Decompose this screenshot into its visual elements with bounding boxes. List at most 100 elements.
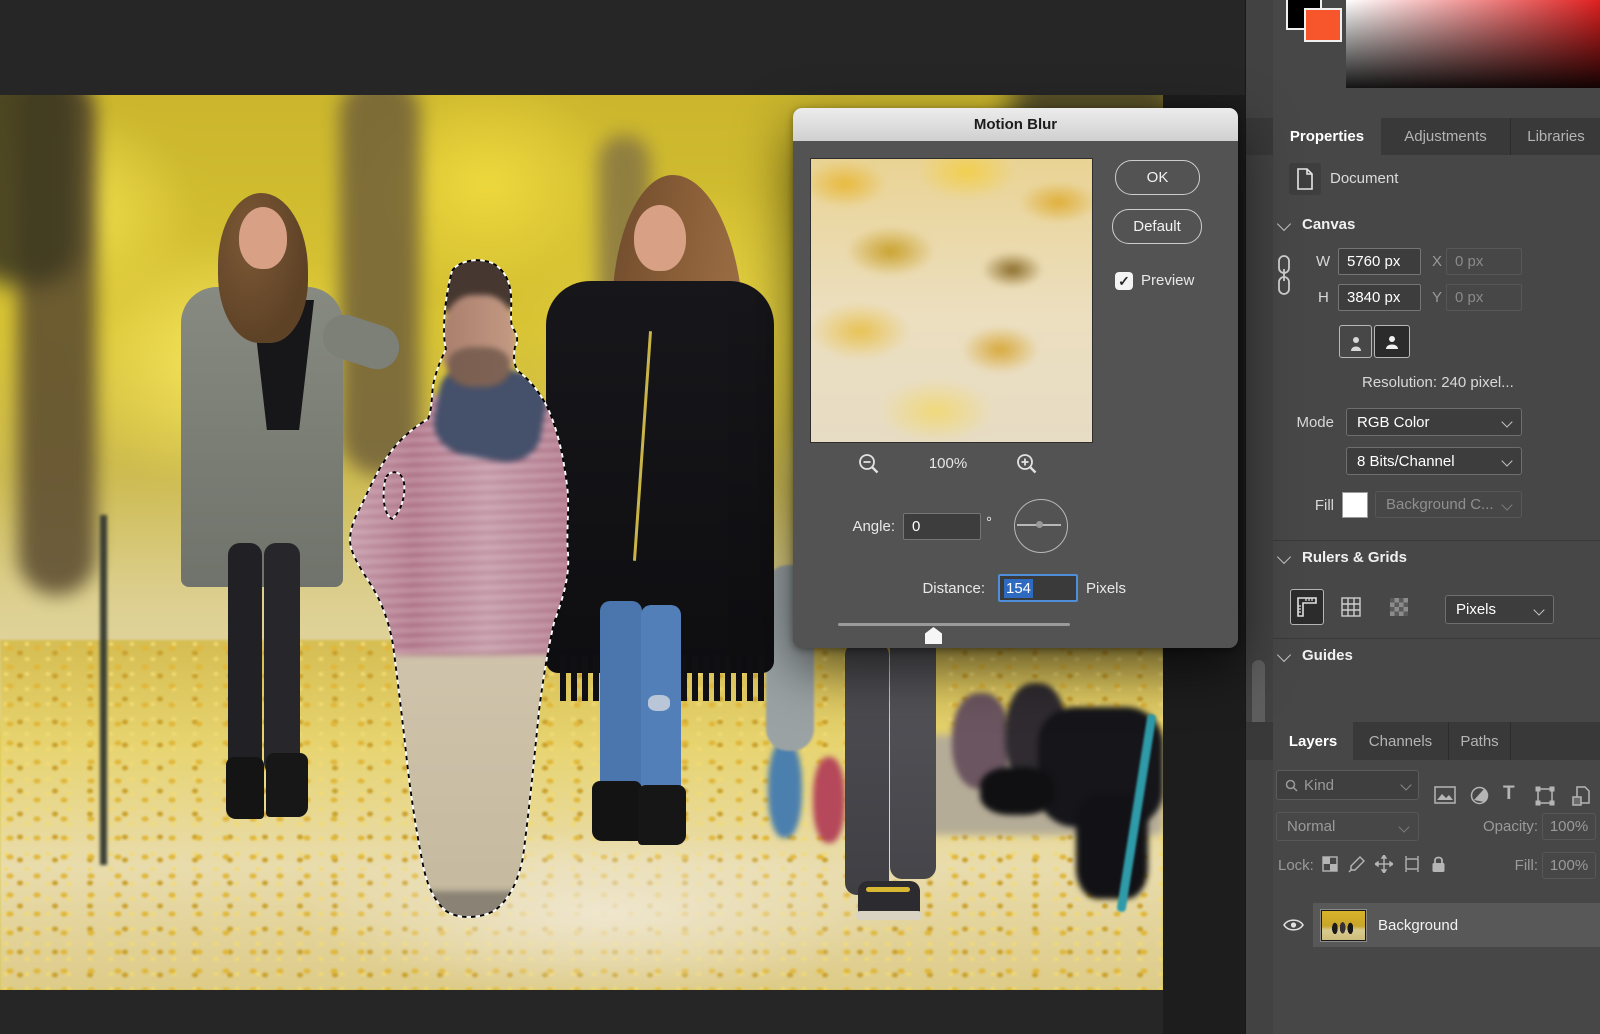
search-icon (1285, 779, 1298, 792)
ok-button[interactable]: OK (1115, 160, 1200, 195)
resolution-readout: Resolution: 240 pixel... (1362, 374, 1514, 391)
toggle-rulers-button[interactable] (1290, 589, 1324, 625)
section-divider (1273, 540, 1600, 541)
filter-adjustment-layers-button[interactable] (1470, 786, 1489, 805)
width-input[interactable]: 5760 px (1338, 248, 1421, 275)
canvas-pasteboard-top (0, 0, 1245, 95)
toggle-grid-button[interactable] (1334, 589, 1368, 625)
orientation-portrait-button[interactable] (1339, 325, 1372, 358)
filter-type-layers-button[interactable]: T (1503, 783, 1515, 805)
distance-slider-track[interactable] (838, 623, 1070, 626)
distance-slider-thumb[interactable] (925, 627, 942, 644)
filter-shape-layers-button[interactable] (1535, 786, 1555, 806)
opacity-label: Opacity: (1436, 818, 1538, 835)
eye-icon (1283, 918, 1304, 932)
tab-label: Properties (1290, 128, 1364, 145)
portrait-orientation-icon (1348, 332, 1364, 352)
angle-input[interactable]: 0 (903, 513, 981, 540)
chevron-down-icon (1501, 499, 1512, 510)
angle-value: 0 (912, 518, 920, 535)
tab-label: Channels (1369, 733, 1432, 750)
preview-checkbox[interactable]: ✓ (1115, 272, 1133, 290)
chevron-down-icon (1400, 779, 1411, 790)
zoom-in-button[interactable] (1015, 452, 1039, 476)
lock-position-move-icon[interactable] (1375, 855, 1393, 873)
height-input[interactable]: 3840 px (1338, 284, 1421, 311)
filter-pixel-layers-button[interactable] (1434, 786, 1456, 804)
tab-libraries[interactable]: Libraries (1511, 118, 1600, 155)
ok-label: OK (1147, 169, 1169, 186)
panel-gutter (1246, 0, 1273, 1034)
lock-all-icon[interactable] (1431, 856, 1446, 873)
link-dimensions-icon[interactable] (1275, 253, 1293, 297)
layer-visibility-toggle[interactable] (1273, 918, 1313, 932)
filter-preview[interactable] (810, 158, 1093, 443)
height-label: H (1318, 289, 1329, 306)
layer-filter-kind-dropdown[interactable]: Kind (1276, 770, 1419, 800)
photoshop-window: Motion Blur OK Default ✓ Preview 100% (0, 0, 1600, 1034)
layer-thumbnail[interactable] (1321, 910, 1366, 941)
distance-value-selected: 154 (1004, 579, 1033, 598)
dialog-title-bar[interactable]: Motion Blur (793, 108, 1238, 141)
layer-row-background[interactable]: Background (1273, 903, 1600, 947)
mode-value: RGB Color (1357, 414, 1430, 431)
blend-mode-dropdown[interactable]: Normal (1276, 812, 1419, 841)
height-value: 3840 px (1347, 289, 1400, 306)
magnifier-minus-icon (857, 452, 881, 476)
half-circle-icon (1470, 786, 1489, 805)
distance-label: Distance: (909, 580, 985, 597)
landscape-orientation-icon (1381, 334, 1403, 350)
y-value: 0 px (1455, 289, 1483, 306)
page-icon (1296, 168, 1314, 190)
angle-dial[interactable] (1014, 499, 1068, 553)
tab-label: Adjustments (1404, 128, 1487, 145)
distance-input[interactable]: 154 (998, 574, 1078, 602)
ruler-units-dropdown[interactable]: Pixels (1445, 595, 1554, 624)
preview-checkbox-label: Preview (1141, 272, 1194, 289)
foreground-color-swatch[interactable] (1304, 8, 1342, 42)
layer-name: Background (1378, 917, 1458, 934)
orientation-landscape-button[interactable] (1374, 325, 1410, 358)
tab-label: Layers (1289, 733, 1337, 750)
selected-layer[interactable]: Background (1313, 903, 1600, 947)
canvas-fill-swatch[interactable] (1342, 492, 1368, 518)
default-button[interactable]: Default (1112, 209, 1202, 244)
guides-section-header[interactable]: Guides (1302, 647, 1353, 664)
lock-label: Lock: (1278, 857, 1314, 874)
motion-blur-dialog: Motion Blur OK Default ✓ Preview 100% (793, 108, 1238, 648)
canvas-section-header[interactable]: Canvas (1302, 216, 1355, 233)
tab-label: Libraries (1527, 128, 1585, 145)
color-mode-dropdown[interactable]: RGB Color (1346, 408, 1522, 436)
tab-strip-spacer (1246, 118, 1273, 155)
canvas-fill-dropdown[interactable]: Background C... (1375, 491, 1522, 518)
chevron-down-icon[interactable] (1277, 648, 1291, 662)
toggle-transparency-button[interactable] (1382, 589, 1416, 625)
layer-fill-label: Fill: (1472, 857, 1538, 874)
zoom-out-button[interactable] (857, 452, 881, 476)
y-input[interactable]: 0 px (1446, 284, 1522, 311)
tab-adjustments[interactable]: Adjustments (1381, 118, 1511, 155)
bit-depth-dropdown[interactable]: 8 Bits/Channel (1346, 447, 1522, 475)
section-divider (1273, 638, 1600, 639)
document-icon (1289, 163, 1321, 195)
x-input[interactable]: 0 px (1446, 248, 1522, 275)
tab-paths[interactable]: Paths (1449, 722, 1511, 760)
rulers-grids-section-header[interactable]: Rulers & Grids (1302, 549, 1407, 566)
magnifier-plus-icon (1015, 452, 1039, 476)
color-gradient-field[interactable] (1346, 0, 1600, 88)
layers-tab-strip: Layers Channels Paths (1246, 722, 1600, 760)
layer-fill-value[interactable]: 100% (1542, 852, 1596, 879)
distance-unit: Pixels (1086, 580, 1126, 597)
filter-smart-objects-button[interactable] (1572, 786, 1590, 806)
tab-layers[interactable]: Layers (1273, 722, 1353, 760)
lock-transparency-icon[interactable] (1322, 856, 1338, 872)
chevron-down-icon[interactable] (1277, 550, 1291, 564)
tab-properties[interactable]: Properties (1273, 118, 1381, 155)
chevron-down-icon[interactable] (1277, 217, 1291, 231)
x-label: X (1432, 253, 1442, 270)
lock-artboard-icon[interactable] (1403, 856, 1421, 872)
y-label: Y (1432, 289, 1442, 306)
opacity-value[interactable]: 100% (1542, 813, 1596, 840)
lock-pixels-brush-icon[interactable] (1348, 856, 1365, 873)
tab-channels[interactable]: Channels (1353, 722, 1449, 760)
